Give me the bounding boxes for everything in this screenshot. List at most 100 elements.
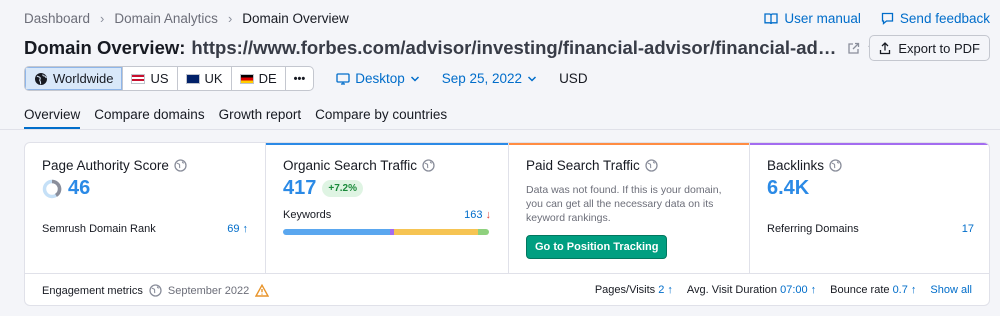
arrow-up-icon: ↑ (667, 284, 673, 296)
send-feedback-label: Send feedback (899, 11, 990, 26)
domain-rank-label: Semrush Domain Rank (42, 223, 156, 235)
region-worldwide[interactable]: Worldwide (25, 67, 123, 90)
domain-url: https://www.forbes.com/advisor/investing… (191, 37, 840, 58)
arrow-up-icon: ↑ (810, 284, 817, 296)
date-label: Sep 25, 2022 (441, 71, 523, 86)
organic-accent-line (266, 143, 508, 145)
globe-icon (422, 159, 435, 172)
pages-visits-value: 2 (658, 284, 665, 296)
region-uk-label: UK (204, 71, 223, 86)
overview-panel: Page Authority Score 46 Semrush Domain R… (24, 142, 990, 306)
tab-bar: Overview Compare domains Growth report C… (24, 107, 447, 129)
region-us[interactable]: US (122, 67, 176, 90)
paid-title: Paid Search Traffic (526, 158, 640, 173)
region-selector: Worldwide US UK DE ••• (24, 66, 315, 91)
warning-icon[interactable] (255, 284, 270, 297)
filter-row: Worldwide US UK DE ••• Desktop Sep 25, 2… (24, 66, 588, 91)
domain-rank-value: 69 (227, 223, 240, 235)
authority-title: Page Authority Score (42, 158, 169, 173)
globe-icon (829, 159, 842, 172)
referring-domains-label: Referring Domains (767, 223, 859, 235)
backlinks-value: 6.4K (767, 177, 810, 199)
authority-value: 46 (68, 177, 91, 199)
tab-overview[interactable]: Overview (24, 107, 81, 129)
keywords-link[interactable]: 163 ↓ (464, 209, 491, 221)
tab-growth-report[interactable]: Growth report (219, 107, 302, 129)
organic-traffic-value-row[interactable]: 417 +7.2% (283, 177, 364, 200)
arrow-up-icon: ↑ (910, 284, 917, 296)
keywords-value: 163 (464, 209, 483, 221)
tab-compare-by-countries[interactable]: Compare by countries (315, 107, 447, 129)
backlinks-title: Backlinks (767, 158, 825, 173)
uk-flag-icon (185, 73, 200, 84)
breadcrumb-domain-analytics[interactable]: Domain Analytics (114, 11, 218, 26)
keywords-position-bar (283, 229, 489, 235)
keywords-label: Keywords (283, 209, 332, 221)
more-regions-button[interactable]: ••• (284, 67, 314, 90)
export-pdf-button[interactable]: Export to PDF (869, 35, 990, 61)
breadcrumb-current: Domain Overview (242, 11, 349, 26)
us-flag-icon (131, 73, 146, 84)
bar-segment (283, 229, 390, 235)
pages-visits-metric: Pages/Visits 2 ↑ (595, 284, 673, 296)
date-dropdown[interactable]: Sep 25, 2022 (442, 71, 537, 86)
organic-card-header: Organic Search Traffic (283, 158, 435, 173)
domain-rank-link[interactable]: 69 ↑ (227, 223, 248, 235)
bar-segment (394, 229, 478, 235)
breadcrumb-dashboard[interactable]: Dashboard (24, 11, 90, 26)
user-manual-link[interactable]: User manual (764, 11, 861, 26)
bounce-rate-label: Bounce rate (830, 284, 890, 296)
engagement-bar: Engagement metrics September 2022 Pages/… (25, 273, 989, 305)
region-worldwide-label: Worldwide (53, 71, 114, 86)
authority-score: 46 (42, 177, 90, 200)
device-label: Desktop (355, 71, 405, 86)
backlinks-accent-line (750, 143, 989, 145)
paid-traffic-card: Paid Search Traffic Data was not found. … (509, 143, 750, 273)
authority-card-header: Page Authority Score (42, 158, 187, 173)
authority-card: Page Authority Score 46 Semrush Domain R… (25, 143, 266, 273)
book-icon (764, 12, 779, 24)
tab-compare-domains[interactable]: Compare domains (94, 107, 204, 129)
send-feedback-link[interactable]: Send feedback (881, 11, 990, 26)
more-icon: ••• (293, 72, 306, 85)
bounce-rate-metric: Bounce rate 0.7 ↑ (830, 284, 916, 296)
visit-duration-value: 07:00 (780, 284, 808, 296)
chevron-right-icon: › (227, 11, 233, 26)
organic-title: Organic Search Traffic (283, 158, 418, 173)
region-de-label: DE (258, 71, 277, 86)
backlinks-card-header: Backlinks (767, 158, 842, 173)
bar-segment (478, 229, 489, 235)
region-uk[interactable]: UK (176, 67, 231, 90)
engagement-month: September 2022 (167, 284, 250, 297)
organic-traffic-card: Organic Search Traffic 417 +7.2% Keyword… (266, 143, 509, 273)
external-link-icon[interactable] (847, 42, 860, 55)
region-de[interactable]: DE (230, 67, 285, 90)
backlinks-value-row[interactable]: 6.4K (767, 177, 809, 200)
referring-domains-value[interactable]: 17 (962, 223, 974, 235)
top-links: User manual Send feedback (764, 11, 990, 26)
title-row: Domain Overview: https://www.forbes.com/… (24, 35, 990, 61)
position-tracking-button[interactable]: Go to Position Tracking (526, 235, 668, 259)
device-dropdown[interactable]: Desktop (336, 71, 420, 86)
visit-duration-metric: Avg. Visit Duration 07:00 ↑ (687, 284, 816, 296)
paid-no-data-message: Data was not found. If this is your doma… (526, 184, 722, 224)
arrow-down-icon: ↓ (485, 209, 492, 221)
globe-icon (174, 159, 187, 172)
engagement-label: Engagement metrics (42, 284, 143, 297)
globe-icon (35, 72, 47, 85)
tab-divider (0, 129, 1000, 130)
engagement-label-group: Engagement metrics September 2022 (42, 284, 270, 297)
region-us-label: US (150, 71, 169, 86)
chevron-down-icon (528, 75, 537, 82)
bounce-rate-value: 0.7 (892, 284, 908, 296)
page-title: Domain Overview: (24, 37, 186, 58)
desktop-icon (336, 72, 350, 85)
show-all-link[interactable]: Show all (930, 284, 972, 296)
de-flag-icon (239, 73, 254, 84)
user-manual-label: User manual (784, 11, 861, 26)
arrow-up-icon: ↑ (242, 223, 249, 235)
upload-icon (880, 41, 891, 54)
globe-icon (645, 159, 658, 172)
globe-icon (149, 284, 162, 297)
feedback-icon (881, 12, 894, 25)
